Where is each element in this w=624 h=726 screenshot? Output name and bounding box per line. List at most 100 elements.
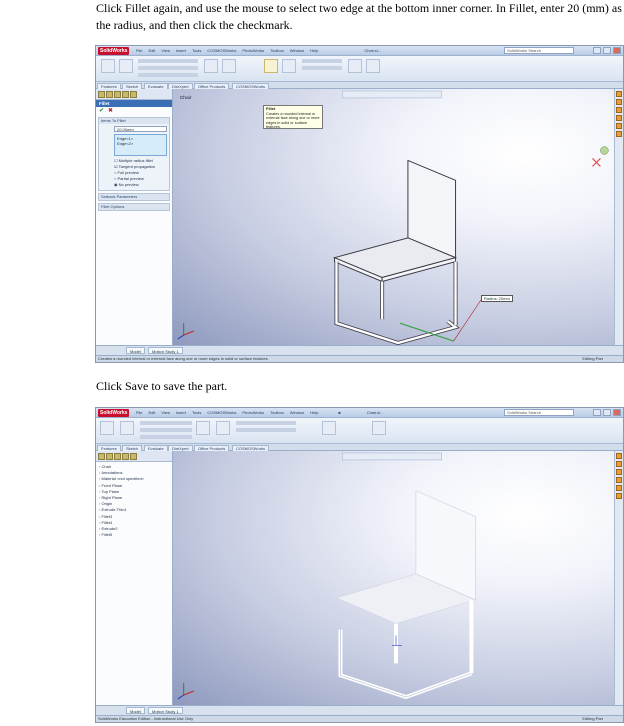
maximize-button[interactable] <box>603 47 611 54</box>
group-header[interactable]: Fillet Options <box>99 204 169 210</box>
menu-file[interactable]: File <box>136 410 142 415</box>
property-manager-icon[interactable] <box>106 91 113 98</box>
smart-dimension-icon[interactable] <box>120 421 134 435</box>
setback-group: Setback Parameters <box>98 193 170 201</box>
menu-view[interactable]: View <box>161 410 170 415</box>
tab-model[interactable]: Model <box>126 347 145 354</box>
sketch-icon[interactable] <box>100 421 114 435</box>
document-title: Chair.sl... <box>366 410 384 415</box>
trim-entities-icon[interactable] <box>196 421 210 435</box>
design-library-icon[interactable] <box>616 461 622 467</box>
save-icon[interactable]: ■ <box>338 410 340 415</box>
tab-motion-study[interactable]: Motion Study 1 <box>148 707 183 714</box>
chair-model <box>332 159 460 345</box>
status-mode: Editing Part <box>582 716 603 721</box>
cancel-button[interactable]: ✖ <box>108 108 113 114</box>
menu-cosmosworks[interactable]: COSMOSWorks <box>207 48 236 53</box>
search-input[interactable]: SolidWorks Search <box>504 47 574 54</box>
convert-entities-icon[interactable] <box>216 421 230 435</box>
design-library-icon[interactable] <box>616 99 622 105</box>
radius-input[interactable]: 20.00mm <box>114 126 167 132</box>
revolved-cut-icon[interactable] <box>222 59 236 73</box>
group-header[interactable]: Setback Parameters <box>99 194 169 200</box>
menu-insert[interactable]: Insert <box>176 410 186 415</box>
feature-manager-icon[interactable] <box>98 453 105 460</box>
display-delete-relations-icon[interactable] <box>322 421 336 435</box>
resources-icon[interactable] <box>616 91 622 97</box>
fillet-button[interactable] <box>264 59 278 73</box>
minimize-button[interactable] <box>593 47 601 54</box>
configuration-manager-icon[interactable] <box>114 453 121 460</box>
search-input[interactable]: SolidWorks Search <box>504 409 574 416</box>
appearances-icon[interactable] <box>616 493 622 499</box>
appearances-icon[interactable] <box>616 131 622 137</box>
search-icon[interactable] <box>616 115 622 121</box>
edge-selection-box[interactable]: Edge<1> Edge<2> <box>114 134 167 156</box>
view-palette-icon[interactable] <box>616 123 622 129</box>
menu-edit[interactable]: Edit <box>148 410 155 415</box>
menu-photoworks[interactable]: PhotoWorks <box>242 410 264 415</box>
file-explorer-icon[interactable] <box>616 469 622 475</box>
radius-callout[interactable]: Radius: 20mm <box>481 295 513 302</box>
menu-window[interactable]: Window <box>290 48 304 53</box>
extruded-cut-icon[interactable] <box>204 59 218 73</box>
graphics-area[interactable]: Chair Fillet Creates a rounded internal … <box>173 89 623 345</box>
menu-tools[interactable]: Tools <box>192 410 201 415</box>
menu-help[interactable]: Help <box>310 410 318 415</box>
group-header[interactable]: Items To Fillet <box>99 118 169 124</box>
menu-toolbox[interactable]: Toolbox <box>270 48 284 53</box>
tooltip-text: Creates a rounded internal or external f… <box>266 111 320 130</box>
close-button[interactable] <box>613 409 621 416</box>
dimxpert-manager-icon[interactable] <box>122 91 129 98</box>
no-preview-radio[interactable]: ◉ No preview <box>99 182 169 188</box>
property-manager-icon[interactable] <box>106 453 113 460</box>
command-tabs: Features Sketch Evaluate DimXpert Office… <box>96 444 623 451</box>
menu-photoworks[interactable]: PhotoWorks <box>242 48 264 53</box>
resources-icon[interactable] <box>616 453 622 459</box>
feature-row <box>138 73 198 77</box>
rapid-sketch-icon[interactable] <box>372 421 386 435</box>
tab-motion-study[interactable]: Motion Study 1 <box>148 347 183 354</box>
menu-help[interactable]: Help <box>310 48 318 53</box>
dimxpert-manager-icon[interactable] <box>122 453 129 460</box>
file-explorer-icon[interactable] <box>616 107 622 113</box>
search-icon[interactable] <box>616 477 622 483</box>
display-manager-icon[interactable] <box>130 453 137 460</box>
menu-window[interactable]: Window <box>290 410 304 415</box>
menu-cosmosworks[interactable]: COSMOSWorks <box>207 410 236 415</box>
panel-toolbar <box>96 451 172 462</box>
sketch-tools-row <box>236 421 296 425</box>
graphics-area[interactable] <box>173 451 623 705</box>
menu-insert[interactable]: Insert <box>176 48 186 53</box>
configuration-manager-icon[interactable] <box>114 91 121 98</box>
view-palette-icon[interactable] <box>616 485 622 491</box>
ok-checkmark-button[interactable]: ✔ <box>99 108 104 114</box>
confirm-checkmark-icon <box>600 146 609 155</box>
revolved-boss-icon[interactable] <box>119 59 133 73</box>
menu-edit[interactable]: Edit <box>148 48 155 53</box>
menu-toolbox[interactable]: Toolbox <box>270 410 284 415</box>
command-manager <box>96 418 623 444</box>
display-manager-icon[interactable] <box>130 91 137 98</box>
tree-item[interactable]: Fillet5 <box>99 532 169 538</box>
feature-row <box>138 66 198 70</box>
chair-model-view <box>177 452 477 700</box>
sketch-tools-row <box>140 435 192 439</box>
minimize-button[interactable] <box>593 409 601 416</box>
extruded-boss-icon[interactable] <box>101 59 115 73</box>
close-button[interactable] <box>613 47 621 54</box>
tab-model[interactable]: Model <box>126 707 145 714</box>
menu-file[interactable]: File <box>136 48 142 53</box>
tooltip-title: Fillet <box>266 106 276 111</box>
menu-view[interactable]: View <box>161 48 170 53</box>
reference-geometry-icon[interactable] <box>348 59 362 73</box>
curves-icon[interactable] <box>366 59 380 73</box>
maximize-button[interactable] <box>603 409 611 416</box>
sketch-tools-row <box>140 421 192 425</box>
chair-model-shaded <box>335 490 477 700</box>
sketch-tools-row <box>236 428 296 432</box>
linear-pattern-icon[interactable] <box>282 59 296 73</box>
feature-manager-icon[interactable] <box>98 91 105 98</box>
task-pane <box>614 451 623 705</box>
menu-tools[interactable]: Tools <box>192 48 201 53</box>
